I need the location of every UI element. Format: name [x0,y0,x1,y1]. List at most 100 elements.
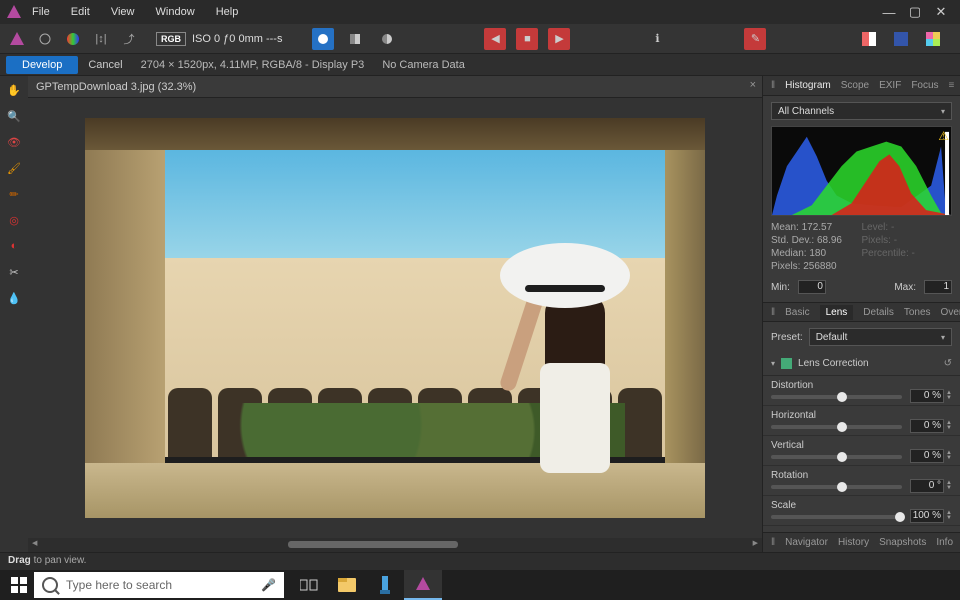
slider-stepper[interactable]: ▲▼ [946,481,952,491]
panel-tabs-top: ‖ Histogram Scope EXIF Focus ≡ [763,76,960,96]
taskbar-search[interactable]: Type here to search 🎤 [34,572,284,598]
info-icon[interactable]: ℹ [646,28,668,50]
slider-stepper[interactable]: ▲▼ [946,391,952,401]
slider-track[interactable] [771,515,902,519]
tab-focus[interactable]: Focus [911,80,938,91]
panel-tabs-bottom: ‖ Navigator History Snapshots Info ≡ [763,532,960,552]
app-logo-icon [6,4,22,20]
slider-knob[interactable] [837,392,847,402]
slider-knob[interactable] [837,422,847,432]
wand-icon[interactable]: ✎ [744,28,766,50]
nav-stop-icon[interactable]: ■ [516,28,538,50]
menu-help[interactable]: Help [216,6,239,18]
cancel-button[interactable]: Cancel [88,59,122,71]
mirror-icon[interactable]: |↕| [90,28,112,50]
main-toolbar: |↕| ⤴ RGB ISO 0 ƒ0 0mm ---s ◀ ■ ▶ ℹ ✎ [0,24,960,54]
slider-track[interactable] [771,395,902,399]
slider-value[interactable]: 0 % [910,449,944,463]
subtab-overlays[interactable]: Overlays [941,307,960,318]
slider-value[interactable]: 0 % [910,389,944,403]
slider-value[interactable]: 0 % [910,419,944,433]
horizontal-scrollbar[interactable]: ◀ ▶ [28,538,762,552]
channels-dropdown[interactable]: All Channels [771,102,952,120]
slider-track[interactable] [771,425,902,429]
tab-navigator[interactable]: Navigator [785,537,828,548]
menu-window[interactable]: Window [156,6,195,18]
scrollbar-thumb[interactable] [288,541,458,548]
tab-history[interactable]: History [838,537,869,548]
subtab-basic[interactable]: Basic [785,307,809,318]
develop-button[interactable]: Develop [6,56,78,74]
preview-mode-2[interactable] [344,28,366,50]
minimize-button[interactable]: — [876,5,902,20]
reset-icon[interactable]: ↺ [944,358,952,369]
develop-subtabs: ‖ Basic Lens Details Tones Overlays ≡ [763,302,960,322]
slider-value[interactable]: 0 ° [910,479,944,493]
min-input[interactable]: 0 [798,280,826,294]
menu-view[interactable]: View [111,6,135,18]
canvas-viewport[interactable] [28,98,762,538]
slider-stepper[interactable]: ▲▼ [946,511,952,521]
overlay-tool-icon[interactable]: ◎ [4,210,24,230]
maximize-button[interactable]: ▢ [902,4,928,20]
slider-knob[interactable] [837,482,847,492]
slider-horizontal: Horizontal0 %▲▼ [763,406,960,436]
affinity-taskbar-icon[interactable] [404,570,442,600]
panel-menu-icon[interactable]: ≡ [949,80,955,91]
hand-tool-icon[interactable]: ✋ [4,80,24,100]
slider-value[interactable]: 100 % [910,509,944,523]
stat-mean: Mean: 172.57 [771,222,862,233]
brush-tool-icon[interactable]: ✏ [4,184,24,204]
max-input[interactable]: 1 [924,280,952,294]
slider-knob[interactable] [895,512,905,522]
document-tab[interactable]: GPTempDownload 3.jpg (32.3%) × [28,76,762,98]
tab-histogram[interactable]: Histogram [785,80,831,91]
clipping-warn-icon[interactable]: ⚠ [938,129,949,143]
tab-exif[interactable]: EXIF [879,80,901,91]
tab-info[interactable]: Info [936,537,953,548]
start-button[interactable] [4,570,34,600]
preset-label: Preset: [771,332,803,343]
gradient-tool-icon[interactable]: ◐ [4,236,24,256]
zoom-tool-icon[interactable]: 🔍 [4,106,24,126]
preview-mode-3[interactable] [376,28,398,50]
explorer-icon[interactable] [328,570,366,600]
app-pinned-icon[interactable] [366,570,404,600]
subtab-details[interactable]: Details [863,307,894,318]
share-icon[interactable]: ⤴ [118,28,140,50]
persona-icon[interactable] [6,28,28,50]
subtab-lens[interactable]: Lens [820,305,854,320]
lens-correction-header[interactable]: ▾ Lens Correction ↺ [763,352,960,376]
circles-icon[interactable] [34,28,56,50]
close-button[interactable]: ✕ [928,4,954,20]
mic-icon[interactable]: 🎤 [261,578,276,592]
titlebar: File Edit View Window Help — ▢ ✕ [0,0,960,24]
crop-tool-icon[interactable]: ✂ [4,262,24,282]
slider-stepper[interactable]: ▲▼ [946,451,952,461]
menu-file[interactable]: File [32,6,50,18]
slider-track[interactable] [771,455,902,459]
color-wheel-icon[interactable] [62,28,84,50]
tab-snapshots[interactable]: Snapshots [879,537,926,548]
subtab-tones[interactable]: Tones [904,307,931,318]
slider-stepper[interactable]: ▲▼ [946,421,952,431]
slider-knob[interactable] [837,452,847,462]
taskview-icon[interactable] [290,570,328,600]
tab-scope[interactable]: Scope [841,80,869,91]
redeye-tool-icon[interactable]: 👁 [4,132,24,152]
blemish-tool-icon[interactable]: 🖌 [4,158,24,178]
slider-track[interactable] [771,485,902,489]
swatch-1-icon[interactable] [858,28,880,50]
max-label: Max: [894,282,916,293]
preset-dropdown[interactable]: Default [809,328,952,346]
stat-percentile: Percentile: - [862,248,953,259]
nav-fwd-icon[interactable]: ▶ [548,28,570,50]
menu-edit[interactable]: Edit [71,6,90,18]
swatch-2-icon[interactable] [890,28,912,50]
nav-back-icon[interactable]: ◀ [484,28,506,50]
swatch-3-icon[interactable] [922,28,944,50]
preview-mode-1[interactable] [312,28,334,50]
whitebalance-tool-icon[interactable]: 💧 [4,288,24,308]
document-close-icon[interactable]: × [750,79,756,91]
lens-correction-checkbox[interactable] [781,358,792,369]
